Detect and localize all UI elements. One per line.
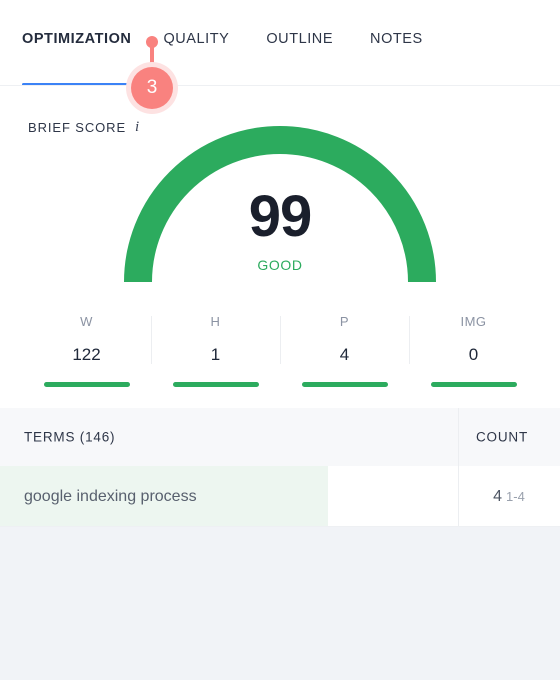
stat-images: IMG 0 [409, 308, 538, 388]
brief-score-header: BRIEF SCORE i [28, 119, 139, 136]
table-row[interactable]: google indexing process 4 1-4 [0, 466, 560, 527]
stat-value: 0 [468, 345, 479, 364]
stat-value: 122 [72, 345, 101, 364]
gauge-score-value: 99 [248, 184, 313, 249]
stat-progress-bar [430, 382, 517, 387]
stat-headings: H 1 [151, 308, 280, 388]
tab-quality[interactable]: QUALITY [163, 31, 229, 47]
row-bottom-border [0, 526, 560, 527]
stat-key: H [210, 314, 221, 329]
content-stats-row: W 122 H 1 P 4 IMG 0 [22, 308, 538, 388]
tab-optimization[interactable]: OPTIMIZATION [22, 31, 131, 47]
tab-bar: OPTIMIZATION QUALITY OUTLINE NOTES [0, 0, 560, 86]
brief-score-gauge: 99 GOOD [124, 126, 436, 286]
empty-content-area [0, 528, 560, 680]
stat-progress-bar [43, 382, 130, 387]
pin-count-badge[interactable]: 3 [131, 67, 173, 109]
tab-outline[interactable]: OUTLINE [266, 31, 333, 47]
terms-column-header: TERMS (146) [24, 429, 116, 445]
gauge-score-status: GOOD [257, 257, 303, 273]
term-label: google indexing process [24, 488, 197, 505]
tab-list: OPTIMIZATION QUALITY OUTLINE NOTES [22, 31, 423, 47]
stat-key: IMG [460, 314, 487, 329]
term-count-range: 1-4 [506, 489, 525, 504]
stat-progress-bar [172, 382, 259, 387]
stat-key: W [80, 314, 93, 329]
brief-score-label: BRIEF SCORE [28, 120, 127, 135]
stat-progress-bar [301, 382, 388, 387]
stat-paragraphs: P 4 [280, 308, 409, 388]
terms-table: TERMS (146) COUNT google indexing proces… [0, 408, 560, 528]
tab-notes[interactable]: NOTES [370, 31, 423, 47]
brief-score-panel: OPTIMIZATION QUALITY OUTLINE NOTES 3 BRI… [0, 0, 560, 408]
stat-key: P [339, 314, 350, 329]
stat-value: 1 [210, 345, 221, 364]
term-count-value: 4 [493, 488, 503, 505]
stat-words: W 122 [22, 308, 151, 388]
tab-bar-divider [0, 85, 560, 86]
terms-table-header: TERMS (146) COUNT [0, 408, 560, 466]
count-column-header: COUNT [476, 429, 528, 445]
header-column-divider [458, 408, 459, 466]
term-count-cell: 4 1-4 [458, 488, 560, 506]
stat-value: 4 [339, 345, 350, 364]
